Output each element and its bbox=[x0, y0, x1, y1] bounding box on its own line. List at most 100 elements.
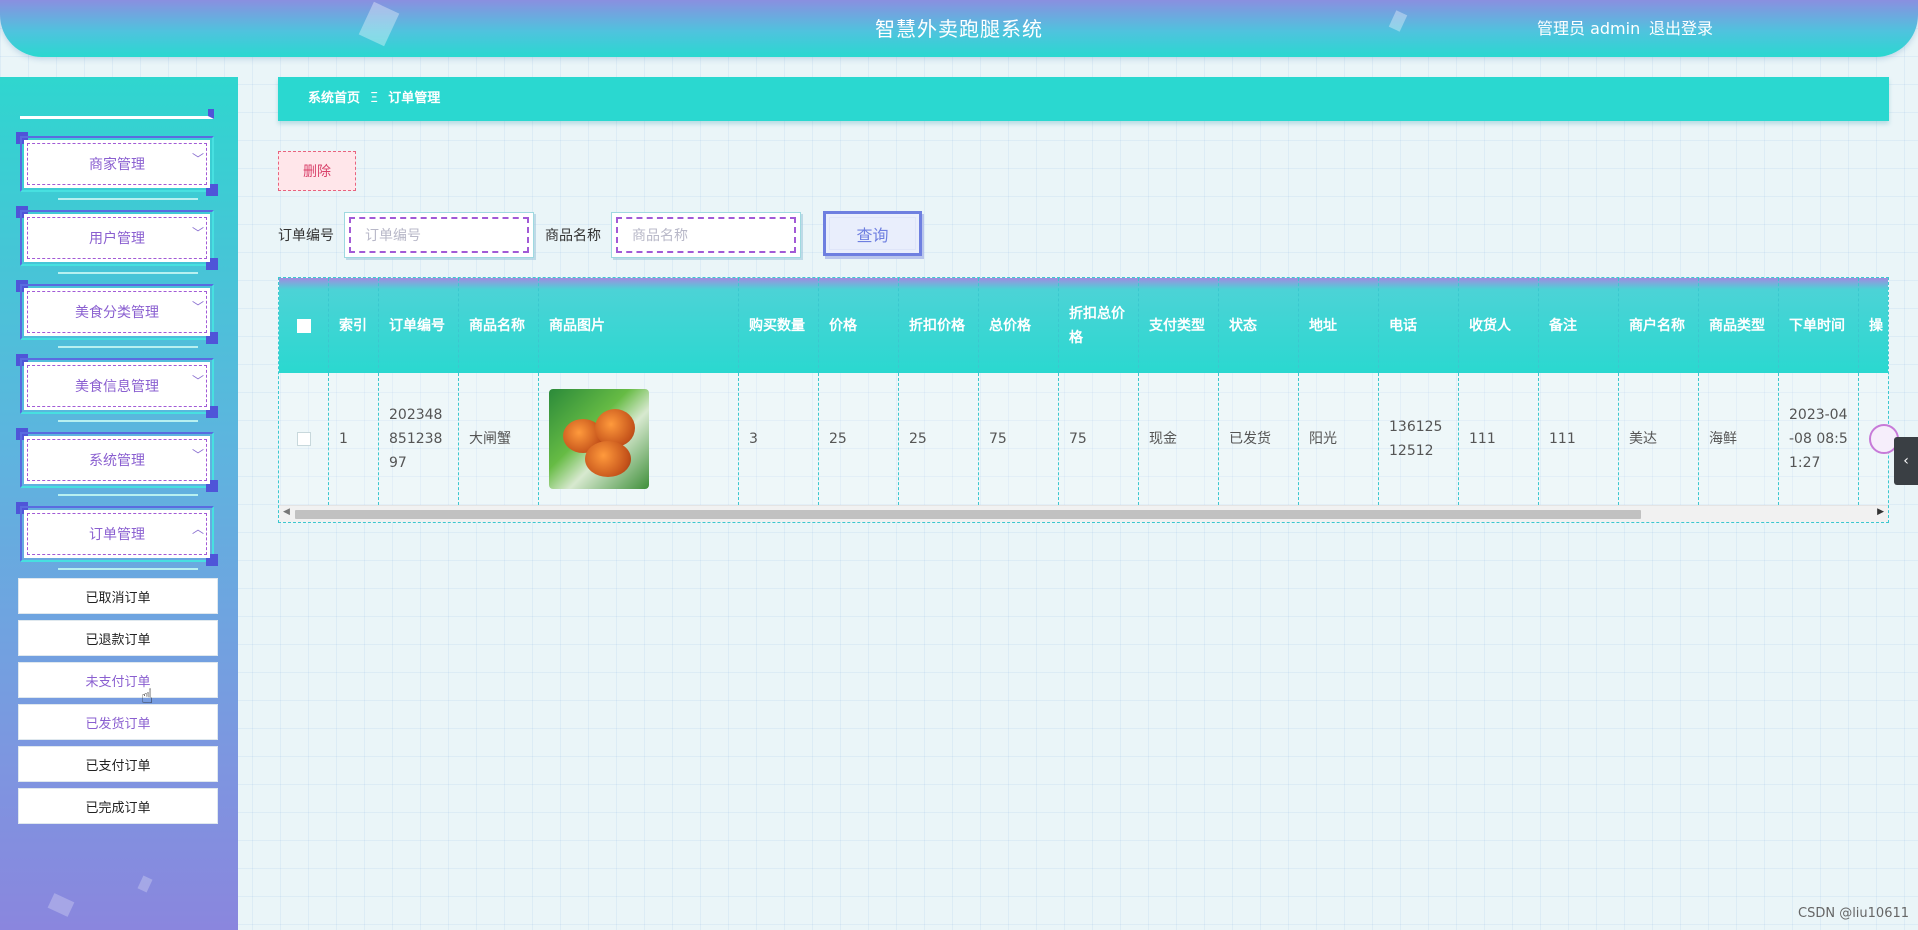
breadcrumb-current: 订单管理 bbox=[388, 91, 441, 106]
th-operation: 操 bbox=[1859, 278, 1888, 373]
td-merchant: 美达 bbox=[1619, 373, 1699, 505]
th-text: 商品类型 bbox=[1709, 317, 1765, 334]
menu-label-text: 美食分类管理 bbox=[75, 305, 159, 321]
chevron-up-icon: ︿ bbox=[191, 522, 204, 536]
th-total: 总价格 bbox=[979, 278, 1059, 373]
menu-system-management[interactable]: 系统管理 ﹀ bbox=[16, 428, 218, 496]
th-text: 购买数量 bbox=[749, 317, 805, 334]
breadcrumb-separator-icon: Ξ bbox=[370, 91, 379, 106]
decor-square bbox=[137, 875, 153, 893]
menu-label[interactable]: 美食信息管理 bbox=[24, 362, 210, 410]
select-all-checkbox[interactable] bbox=[296, 318, 311, 333]
frame-corner bbox=[206, 332, 218, 344]
row-select-cell bbox=[279, 373, 329, 505]
order-no-input[interactable] bbox=[349, 217, 529, 253]
horizontal-scrollbar[interactable]: ◀ ▶ bbox=[279, 505, 1888, 522]
menu-label-text: 美食信息管理 bbox=[75, 379, 159, 395]
td-index: 1 bbox=[329, 373, 379, 505]
td-category: 海鲜 bbox=[1699, 373, 1779, 505]
th-quantity: 购买数量 bbox=[739, 278, 819, 373]
th-index: 索引 bbox=[329, 278, 379, 373]
th-text: 订单编号 bbox=[389, 317, 445, 334]
frame-corner bbox=[206, 258, 218, 270]
th-text: 电话 bbox=[1389, 317, 1417, 334]
menu-food-category-management[interactable]: 美食分类管理 ﹀ bbox=[16, 280, 218, 348]
watermark: CSDN @liu10611 bbox=[1798, 906, 1910, 921]
td-quantity: 3 bbox=[739, 373, 819, 505]
submenu-completed-orders[interactable]: 已完成订单 bbox=[18, 788, 218, 824]
breadcrumb: 系统首页 Ξ 订单管理 bbox=[278, 77, 1889, 121]
menu-food-info-management[interactable]: 美食信息管理 ﹀ bbox=[16, 354, 218, 422]
query-button[interactable]: 查询 bbox=[823, 211, 922, 256]
submenu-unpaid-orders[interactable]: 未支付订单 bbox=[18, 662, 218, 698]
th-text: 索引 bbox=[339, 317, 367, 334]
th-text: 商品名称 bbox=[469, 317, 525, 334]
th-text: 价格 bbox=[829, 317, 857, 334]
order-no-label: 订单编号 bbox=[278, 228, 334, 244]
delete-button[interactable]: 删除 bbox=[278, 151, 356, 191]
th-order-time: 下单时间 bbox=[1779, 278, 1859, 373]
frame-tick bbox=[58, 494, 198, 496]
frame-tick bbox=[58, 272, 198, 274]
menu-label-text: 商家管理 bbox=[89, 157, 145, 173]
th-order-no: 订单编号 bbox=[379, 278, 459, 373]
menu-top-stub bbox=[20, 109, 214, 119]
chevron-left-icon[interactable]: ‹ bbox=[1894, 437, 1918, 485]
menu-user-management[interactable]: 用户管理 ﹀ bbox=[16, 206, 218, 274]
submenu-cancelled-orders[interactable]: 已取消订单 bbox=[18, 578, 218, 614]
th-product-name: 商品名称 bbox=[459, 278, 539, 373]
order-no-input-frame bbox=[344, 212, 534, 258]
th-text: 支付类型 bbox=[1149, 317, 1205, 334]
logout-link[interactable]: 退出登录 bbox=[1649, 15, 1713, 39]
menu-label[interactable]: 用户管理 bbox=[24, 214, 210, 262]
td-order-time: 2023-04-08 08:51:27 bbox=[1779, 373, 1859, 505]
th-merchant: 商户名称 bbox=[1619, 278, 1699, 373]
hand-cursor-icon: ☝ bbox=[141, 684, 154, 708]
row-checkbox[interactable] bbox=[296, 432, 311, 446]
table-row: 1 20234885123897 大闸蟹 3 25 25 75 75 现金 已发… bbox=[279, 373, 1888, 505]
frame-tick bbox=[58, 198, 198, 200]
frame-corner bbox=[206, 406, 218, 418]
td-product-name: 大闸蟹 bbox=[459, 373, 539, 505]
menu-merchant-management[interactable]: 商家管理 ﹀ bbox=[16, 132, 218, 200]
menu-label[interactable]: 系统管理 bbox=[24, 436, 210, 484]
crab-shape bbox=[585, 441, 631, 477]
product-name-label: 商品名称 bbox=[545, 228, 601, 244]
admin-user-label: 管理员 admin bbox=[1537, 19, 1641, 38]
th-discount-price: 折扣价格 bbox=[899, 278, 979, 373]
th-text: 下单时间 bbox=[1789, 317, 1845, 334]
product-image bbox=[549, 389, 649, 489]
scroll-left-icon[interactable]: ◀ bbox=[283, 507, 290, 517]
td-discount-total: 75 bbox=[1059, 373, 1139, 505]
submenu-refunded-orders[interactable]: 已退款订单 bbox=[18, 620, 218, 656]
th-text: 折扣价格 bbox=[909, 317, 965, 334]
th-discount-total: 折扣总价格 bbox=[1059, 278, 1139, 373]
submenu-paid-orders[interactable]: 已支付订单 bbox=[18, 746, 218, 782]
menu-label[interactable]: 商家管理 bbox=[24, 140, 210, 188]
chevron-down-icon: ﹀ bbox=[191, 226, 204, 240]
th-text: 商品图片 bbox=[549, 317, 605, 334]
chevron-down-icon: ﹀ bbox=[191, 300, 204, 314]
menu-label-text: 用户管理 bbox=[89, 231, 145, 247]
td-status: 已发货 bbox=[1219, 373, 1299, 505]
chevron-down-icon: ﹀ bbox=[191, 152, 204, 166]
scrollbar-thumb[interactable] bbox=[295, 510, 1641, 519]
select-all-cell bbox=[279, 278, 329, 373]
breadcrumb-home[interactable]: 系统首页 bbox=[308, 91, 360, 106]
scroll-right-icon[interactable]: ▶ bbox=[1877, 507, 1884, 517]
orders-table: 索引 订单编号 商品名称 商品图片 购买数量 价格 折扣价格 总价格 折扣总价格… bbox=[278, 277, 1889, 523]
td-phone: 13612512512 bbox=[1379, 373, 1459, 505]
th-address: 地址 bbox=[1299, 278, 1379, 373]
menu-order-management[interactable]: 订单管理 ︿ bbox=[16, 502, 218, 570]
th-text: 商户名称 bbox=[1629, 317, 1685, 334]
th-category: 商品类型 bbox=[1699, 278, 1779, 373]
product-name-input[interactable] bbox=[616, 217, 796, 253]
decor-square bbox=[47, 893, 75, 917]
menu-label[interactable]: 美食分类管理 bbox=[24, 288, 210, 336]
th-pay-type: 支付类型 bbox=[1139, 278, 1219, 373]
frame-corner bbox=[206, 554, 218, 566]
menu-label[interactable]: 订单管理 bbox=[24, 510, 210, 558]
chevron-down-icon: ﹀ bbox=[191, 448, 204, 462]
td-order-no: 20234885123897 bbox=[379, 373, 459, 505]
submenu-shipped-orders[interactable]: 已发货订单 bbox=[18, 704, 218, 740]
